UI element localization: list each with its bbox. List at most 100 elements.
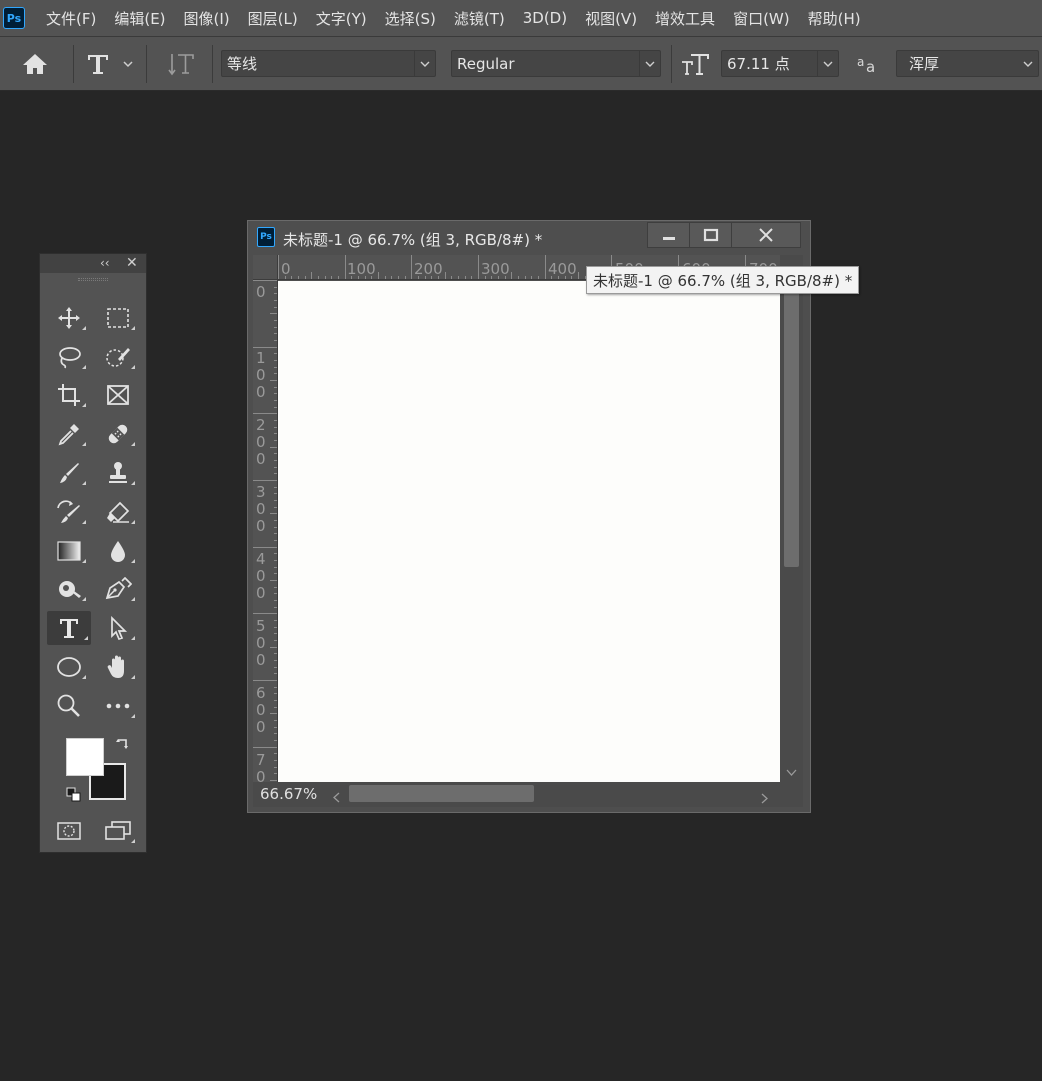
- swap-colors-icon[interactable]: [115, 736, 131, 756]
- chevron-down-icon[interactable]: [786, 761, 797, 780]
- marquee-tool[interactable]: [98, 301, 138, 335]
- minimize-icon: [662, 237, 675, 240]
- screen-mode-tool[interactable]: [98, 814, 138, 848]
- app-logo[interactable]: Ps: [3, 7, 25, 29]
- menu-plugins[interactable]: 增效工具: [646, 0, 724, 37]
- menu-3d[interactable]: 3D(D): [514, 0, 576, 37]
- close-icon: [759, 228, 773, 242]
- pen-icon: [105, 577, 132, 600]
- font-style-select[interactable]: Regular: [451, 50, 661, 77]
- vertical-ruler[interactable]: 0 100 200 300 400 500 600 700: [253, 280, 278, 782]
- menu-help[interactable]: 帮助(H): [799, 0, 870, 37]
- ruler-label: 200: [414, 260, 443, 278]
- font-size-value: 67.11 点: [727, 55, 790, 73]
- tool-preset-picker[interactable]: [84, 50, 140, 78]
- dodge-icon: [59, 581, 81, 598]
- chevron-right-icon[interactable]: [761, 789, 768, 808]
- menu-edit[interactable]: 编辑(E): [105, 0, 174, 37]
- document-canvas[interactable]: [278, 281, 780, 782]
- history-brush-tool[interactable]: [49, 495, 89, 529]
- path-selection-tool[interactable]: [98, 611, 138, 645]
- ruler-label: 300: [481, 260, 510, 278]
- clone-stamp-tool[interactable]: [98, 456, 138, 490]
- svg-text:a: a: [857, 55, 864, 69]
- menu-type[interactable]: 文字(Y): [307, 0, 376, 37]
- ps-document-icon: Ps: [257, 227, 275, 247]
- document-title-bar[interactable]: Ps 未标题-1 @ 66.7% (组 3, RGB/8#) *: [248, 221, 810, 255]
- anti-alias-select[interactable]: 浑厚: [896, 50, 1039, 77]
- frame-icon: [107, 385, 129, 405]
- ruler-label: 0: [281, 260, 291, 278]
- type-icon: [60, 619, 78, 638]
- quick-mask-icon: [57, 822, 81, 840]
- minimize-button[interactable]: [647, 222, 690, 248]
- font-style-value: Regular: [457, 54, 515, 73]
- gradient-icon: [57, 541, 81, 561]
- type-tool[interactable]: [47, 611, 91, 645]
- svg-text:a: a: [866, 58, 875, 76]
- chevron-down-icon[interactable]: [639, 51, 660, 76]
- dodge-tool[interactable]: [49, 572, 89, 606]
- menu-select[interactable]: 选择(S): [376, 0, 445, 37]
- eraser-tool[interactable]: [98, 495, 138, 529]
- zoom-tool[interactable]: [49, 689, 89, 723]
- text-orientation-icon[interactable]: [164, 50, 198, 78]
- frame-tool[interactable]: [98, 378, 138, 412]
- ellipse-tool[interactable]: [49, 650, 89, 684]
- move-icon: [58, 307, 80, 329]
- stamp-icon: [109, 462, 127, 483]
- collapse-panel-icon[interactable]: ‹‹: [100, 256, 110, 270]
- close-button[interactable]: [731, 222, 801, 248]
- vertical-scroll-thumb[interactable]: [784, 281, 799, 567]
- font-family-select[interactable]: 等线: [221, 50, 436, 77]
- menu-bar: Ps 文件(F) 编辑(E) 图像(I) 图层(L) 文字(Y) 选择(S) 滤…: [0, 0, 1042, 37]
- hand-tool[interactable]: [98, 650, 138, 684]
- vertical-scrollbar[interactable]: [780, 255, 803, 782]
- default-colors-icon[interactable]: [66, 787, 82, 807]
- pen-tool[interactable]: [98, 572, 138, 606]
- close-icon[interactable]: ✕: [126, 255, 138, 271]
- crop-tool[interactable]: [49, 378, 89, 412]
- gradient-tool[interactable]: [49, 534, 89, 568]
- drop-icon: [111, 541, 125, 562]
- healing-brush-tool[interactable]: [98, 417, 138, 451]
- menu-file[interactable]: 文件(F): [37, 0, 105, 37]
- chevron-left-icon[interactable]: [333, 788, 340, 807]
- chevron-down-icon[interactable]: [414, 51, 435, 76]
- menu-window[interactable]: 窗口(W): [724, 0, 799, 37]
- brush-tool[interactable]: [49, 456, 89, 490]
- anti-alias-icon: a a: [853, 50, 883, 78]
- ruler-label: 0: [256, 283, 266, 301]
- brush-icon: [60, 463, 79, 483]
- tools-panel-header[interactable]: ‹‹ ✕: [40, 254, 146, 273]
- ruler-label: 100: [347, 260, 376, 278]
- home-icon[interactable]: [18, 50, 52, 78]
- ruler-origin[interactable]: [253, 255, 278, 280]
- maximize-button[interactable]: [689, 222, 732, 248]
- font-size-field[interactable]: 67.11 点: [721, 50, 839, 77]
- menu-view[interactable]: 视图(V): [576, 0, 646, 37]
- options-bar: 等线 Regular 67.11 点 a a 浑厚: [0, 37, 1042, 91]
- foreground-color-swatch[interactable]: [66, 738, 104, 776]
- menu-layer[interactable]: 图层(L): [239, 0, 307, 37]
- history-brush-icon: [57, 500, 80, 523]
- ruler-label: 400: [548, 260, 577, 278]
- move-tool[interactable]: [49, 301, 89, 335]
- font-size-icon: [680, 50, 710, 78]
- menu-filter[interactable]: 滤镜(T): [445, 0, 514, 37]
- quick-selection-icon: [106, 348, 130, 367]
- blur-tool[interactable]: [98, 534, 138, 568]
- grip-icon[interactable]: [78, 278, 108, 281]
- tooltip: 未标题-1 @ 66.7% (组 3, RGB/8#) *: [586, 266, 860, 294]
- eyedropper-tool[interactable]: [49, 417, 89, 451]
- quick-selection-tool[interactable]: [98, 340, 138, 374]
- horizontal-scroll-thumb[interactable]: [349, 785, 534, 802]
- zoom-level[interactable]: 66.67%: [260, 785, 317, 803]
- quick-mask-tool[interactable]: [49, 814, 89, 848]
- chevron-down-icon[interactable]: [817, 51, 838, 76]
- lasso-tool[interactable]: [49, 340, 89, 374]
- chevron-down-icon[interactable]: [1017, 51, 1038, 76]
- menu-image[interactable]: 图像(I): [175, 0, 239, 37]
- more-tools[interactable]: [98, 689, 138, 723]
- document-title: 未标题-1 @ 66.7% (组 3, RGB/8#) *: [283, 231, 543, 249]
